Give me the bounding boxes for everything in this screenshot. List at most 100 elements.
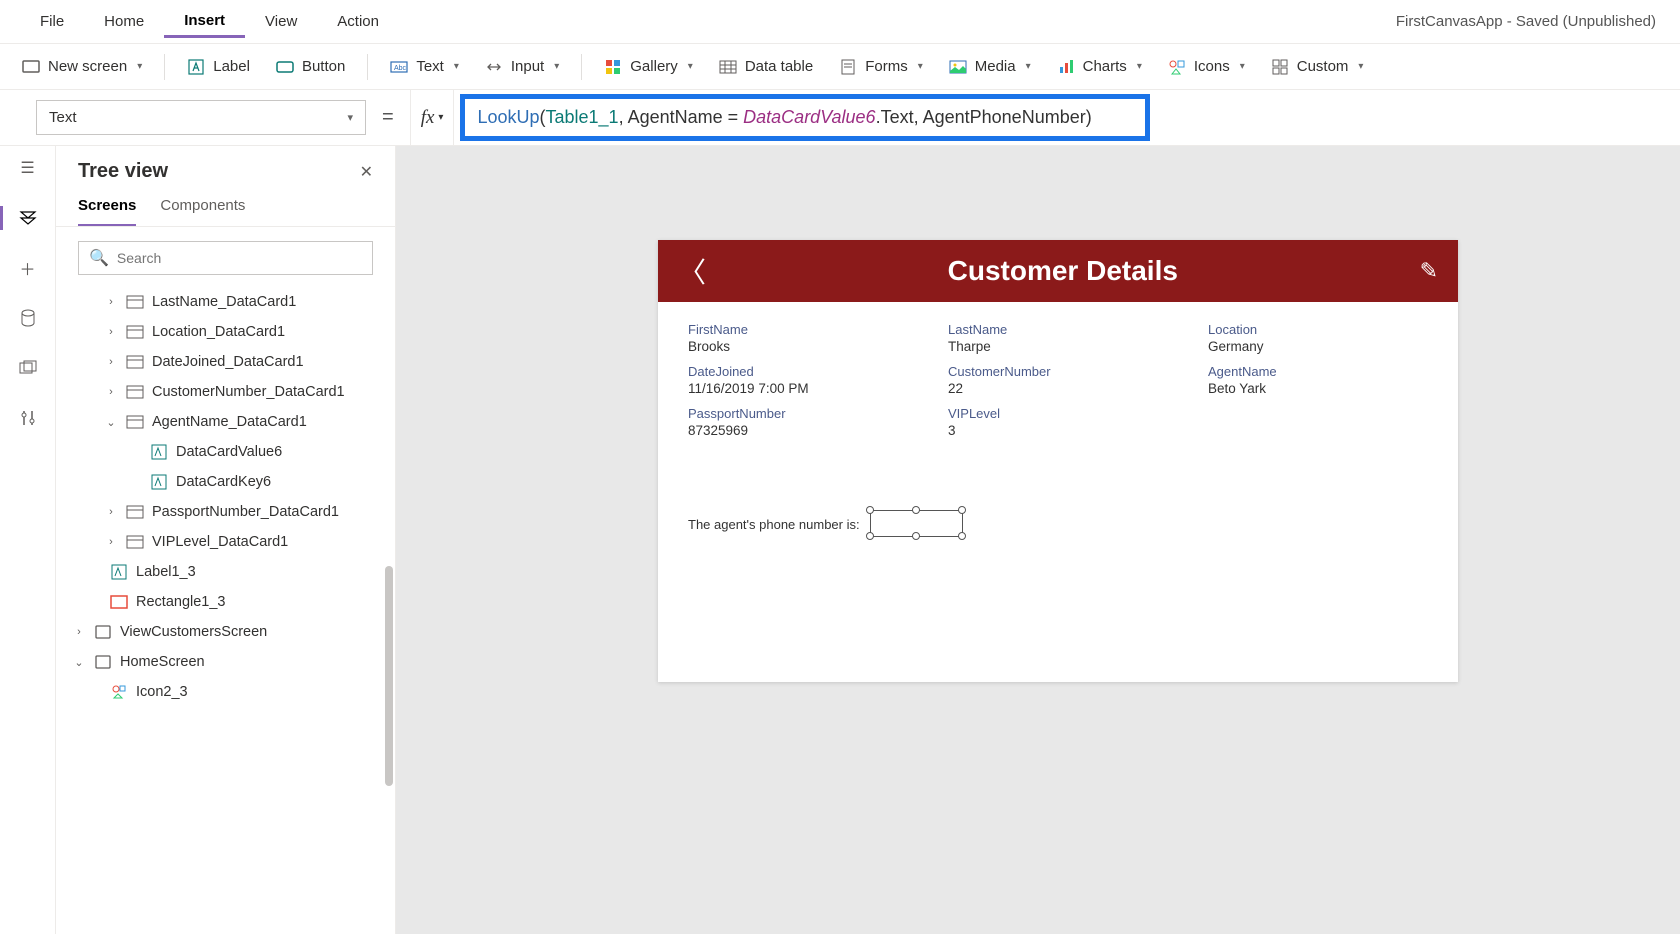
forms-button[interactable]: Forms▾ — [829, 52, 933, 82]
app-title: FirstCanvasApp - Saved (Unpublished) — [1396, 13, 1660, 30]
tree-item[interactable]: DataCardValue6 — [64, 437, 387, 467]
tree-search[interactable]: 🔍 — [78, 241, 373, 275]
agent-phone-row: The agent's phone number is: — [688, 506, 1428, 542]
chevron-down-icon: ▾ — [1358, 61, 1363, 72]
media-rail-icon[interactable] — [16, 356, 40, 380]
tree-item[interactable]: ›DateJoined_DataCard1 — [64, 347, 387, 377]
input-button[interactable]: Input▾ — [475, 52, 569, 82]
card-icon — [126, 325, 144, 339]
iconctl-icon — [110, 685, 128, 699]
main-area: ☰ ＋ Tree view ✕ Screens Components 🔍 ›La… — [0, 146, 1680, 934]
tree-item-label: Location_DataCard1 — [152, 324, 285, 340]
property-selector[interactable]: Text ▾ — [36, 100, 366, 135]
button-icon — [276, 58, 294, 76]
tree-view-rail-icon[interactable] — [0, 206, 56, 230]
field-value: 22 — [948, 381, 1168, 396]
custom-button[interactable]: Custom▾ — [1261, 52, 1374, 82]
caret-icon: ⌄ — [104, 416, 118, 429]
charts-button[interactable]: Charts▾ — [1047, 52, 1152, 82]
tree-item[interactable]: ›LastName_DataCard1 — [64, 287, 387, 317]
separator — [367, 54, 368, 80]
card-icon — [126, 535, 144, 549]
field-value: Germany — [1208, 339, 1428, 354]
label-button[interactable]: Label — [177, 52, 260, 82]
chevron-down-icon: ▾ — [1240, 61, 1245, 72]
edit-icon[interactable]: ✎ — [1420, 258, 1438, 284]
menu-home[interactable]: Home — [84, 7, 164, 36]
panel-title: Tree view — [78, 160, 168, 183]
custom-icon — [1271, 58, 1289, 76]
icons-button[interactable]: Icons▾ — [1158, 52, 1255, 82]
app-preview: 〈 Customer Details ✎ FirstNameBrooksLast… — [658, 240, 1458, 682]
datatable-button[interactable]: Data table — [709, 52, 823, 82]
add-rail-icon[interactable]: ＋ — [16, 256, 40, 280]
field-label: VIPLevel — [948, 406, 1168, 421]
menu-file[interactable]: File — [20, 7, 84, 36]
chevron-down-icon: ▾ — [347, 111, 353, 124]
close-icon[interactable]: ✕ — [360, 162, 373, 182]
caret-icon: › — [72, 626, 86, 638]
card-icon — [126, 505, 144, 519]
svg-text:Abc: Abc — [394, 65, 407, 72]
tree-item-label: PassportNumber_DataCard1 — [152, 504, 339, 520]
menu-action[interactable]: Action — [317, 7, 399, 36]
tree-item[interactable]: › ViewCustomersScreen — [64, 617, 387, 647]
formula-input[interactable]: LookUp(Table1_1, AgentName = DataCardVal… — [460, 94, 1150, 141]
scrollbar-thumb[interactable] — [385, 566, 393, 786]
hamburger-icon[interactable]: ☰ — [16, 156, 40, 180]
tree-item[interactable]: ›PassportNumber_DataCard1 — [64, 497, 387, 527]
tree-item-label: DataCardKey6 — [176, 474, 271, 490]
chevron-down-icon: ▾ — [688, 61, 693, 72]
tree-item-label: ViewCustomersScreen — [120, 624, 267, 640]
button-button[interactable]: Button — [266, 52, 355, 82]
search-input[interactable] — [117, 250, 362, 266]
chevron-down-icon: ▾ — [137, 61, 142, 72]
insert-toolbar: New screen ▾ Label Button Abc Text▾ Input… — [0, 44, 1680, 90]
preview-field: PassportNumber 87325969 — [688, 406, 908, 438]
tree-item[interactable]: DataCardKey6 — [64, 467, 387, 497]
text-button[interactable]: Abc Text▾ — [380, 52, 469, 82]
canvas[interactable]: 〈 Customer Details ✎ FirstNameBrooksLast… — [396, 146, 1680, 934]
new-screen-button[interactable]: New screen ▾ — [12, 52, 152, 82]
tree-item[interactable]: ›CustomerNumber_DataCard1 — [64, 377, 387, 407]
tree-item[interactable]: ›Location_DataCard1 — [64, 317, 387, 347]
tree-item[interactable]: Rectangle1_3 — [64, 587, 387, 617]
tab-screens[interactable]: Screens — [78, 191, 136, 226]
gallery-button[interactable]: Gallery ▾ — [594, 52, 703, 82]
tree-item[interactable]: ›VIPLevel_DataCard1 — [64, 527, 387, 557]
data-rail-icon[interactable] — [16, 306, 40, 330]
field-label: PassportNumber — [688, 406, 908, 421]
menubar: File Home Insert View Action FirstCanvas… — [0, 0, 1680, 44]
media-button[interactable]: Media▾ — [939, 52, 1041, 82]
preview-title: Customer Details — [706, 255, 1420, 287]
field-value: 87325969 — [688, 423, 908, 438]
tools-rail-icon[interactable] — [16, 406, 40, 430]
field-label: AgentName — [1208, 364, 1428, 379]
preview-fields: FirstNameBrooksLastNameTharpeLocationGer… — [688, 322, 1428, 438]
tree-item-label: Rectangle1_3 — [136, 594, 226, 610]
formula-table: Table1_1 — [545, 107, 618, 127]
tab-components[interactable]: Components — [160, 191, 245, 226]
menu-view[interactable]: View — [245, 7, 317, 36]
preview-field: DateJoined11/16/2019 7:00 PM — [688, 364, 908, 396]
tree-item[interactable]: ⌄AgentName_DataCard1 — [64, 407, 387, 437]
back-icon[interactable]: 〈 — [678, 251, 706, 291]
fx-button[interactable]: fx▾ — [410, 90, 455, 145]
forms-btn-label: Forms — [865, 58, 908, 75]
gallery-btn-label: Gallery — [630, 58, 678, 75]
menu-insert[interactable]: Insert — [164, 6, 245, 38]
field-label: Location — [1208, 322, 1428, 337]
card-icon — [126, 385, 144, 399]
tree-item[interactable]: Icon2_3 — [64, 677, 387, 707]
formula-result-field: AgentPhoneNumber — [923, 107, 1086, 127]
preview-header: 〈 Customer Details ✎ — [658, 240, 1458, 302]
input-btn-label: Input — [511, 58, 544, 75]
chevron-down-icon: ▾ — [454, 61, 459, 72]
field-value: Tharpe — [948, 339, 1168, 354]
caret-icon: ⌄ — [72, 656, 86, 669]
new-screen-label: New screen — [48, 58, 127, 75]
selected-label-control[interactable] — [866, 506, 966, 542]
tree-item[interactable]: ⌄HomeScreen — [64, 647, 387, 677]
tree-item-label: CustomerNumber_DataCard1 — [152, 384, 345, 400]
tree-item[interactable]: Label1_3 — [64, 557, 387, 587]
